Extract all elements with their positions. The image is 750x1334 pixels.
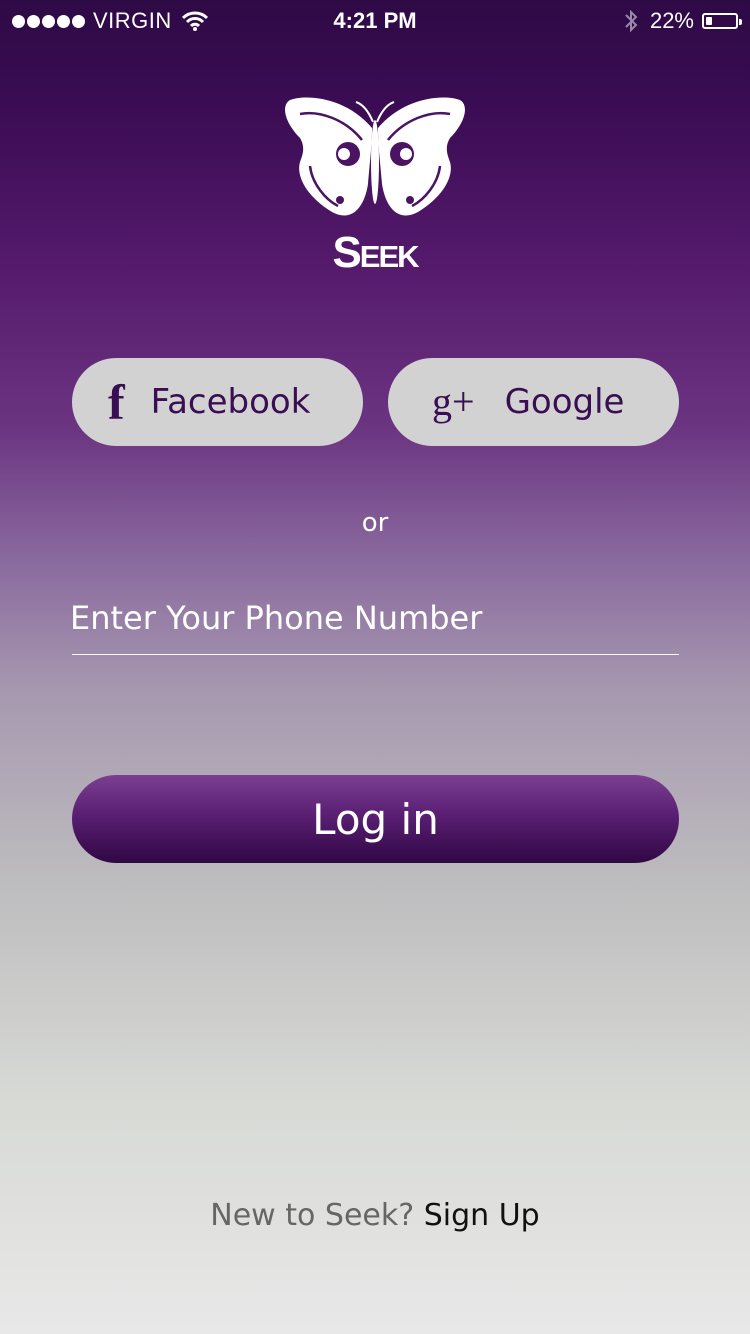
- battery-icon: [702, 13, 742, 29]
- butterfly-icon: [285, 97, 465, 216]
- google-login-button[interactable]: g+ Google: [388, 358, 679, 446]
- signup-prompt: New to Seek?: [210, 1198, 415, 1233]
- status-bar: VIRGIN 4:21 PM 22%: [0, 0, 750, 40]
- brand-wordmark: Seek: [332, 228, 419, 277]
- phone-input-underline: [72, 654, 679, 655]
- facebook-login-button[interactable]: f Facebook: [72, 358, 363, 446]
- or-separator: or: [361, 508, 389, 538]
- status-right: 22%: [624, 8, 742, 34]
- bluetooth-icon: [625, 9, 638, 33]
- phone-number-input[interactable]: [70, 588, 678, 648]
- battery-percent: 22%: [649, 8, 694, 33]
- battery-tip: [739, 19, 742, 25]
- google-plus-icon: g+: [432, 379, 475, 424]
- login-button[interactable]: Log in: [72, 775, 679, 863]
- google-label: Google: [504, 382, 625, 422]
- signup-row: New to Seek? Sign Up: [0, 1198, 750, 1233]
- signup-link[interactable]: Sign Up: [424, 1198, 540, 1233]
- facebook-icon: f: [108, 374, 125, 430]
- facebook-label: Facebook: [150, 382, 311, 422]
- battery-fill: [706, 17, 712, 25]
